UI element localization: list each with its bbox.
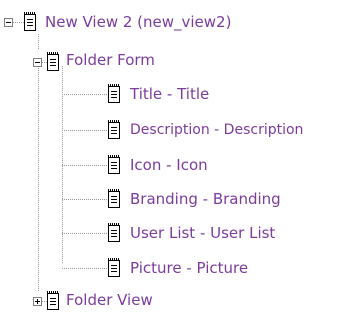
tree-node-label[interactable]: Description - Description — [130, 121, 303, 139]
tree-connector — [38, 34, 39, 50]
document-icon — [24, 12, 36, 31]
collapse-toggle-icon[interactable] — [4, 18, 13, 27]
tree-node-description[interactable]: Description - Description — [0, 120, 352, 144]
document-icon — [108, 120, 120, 139]
tree-node-icon[interactable]: Icon - Icon — [0, 155, 240, 179]
tree-node-picture[interactable]: Picture - Picture — [0, 258, 300, 282]
tree-node-label[interactable]: Folder Form — [66, 51, 155, 69]
expand-toggle-icon[interactable] — [33, 297, 42, 306]
tree-node-label[interactable]: Folder View — [66, 291, 153, 309]
tree-view: New View 2 (new_view2) Folder Form Title… — [0, 0, 352, 313]
tree-node-label[interactable]: Branding - Branding — [130, 190, 281, 208]
tree-node-label[interactable]: User List - User List — [130, 224, 275, 242]
document-icon — [108, 84, 120, 103]
document-icon — [108, 223, 120, 242]
tree-node-label[interactable]: Icon - Icon — [130, 156, 208, 174]
collapse-toggle-icon[interactable] — [33, 58, 42, 67]
document-icon — [47, 291, 59, 310]
tree-node-new-view-2[interactable]: New View 2 (new_view2) — [0, 12, 310, 36]
document-icon — [108, 258, 120, 277]
tree-node-folder-form[interactable]: Folder Form — [0, 50, 220, 74]
document-icon — [108, 155, 120, 174]
document-icon — [108, 189, 120, 208]
tree-node-label[interactable]: Picture - Picture — [130, 259, 248, 277]
tree-node-title[interactable]: Title - Title — [0, 84, 240, 108]
tree-node-label[interactable]: Title - Title — [130, 85, 209, 103]
tree-node-user-list[interactable]: User List - User List — [0, 223, 320, 247]
tree-node-folder-view[interactable]: Folder View — [0, 290, 220, 314]
tree-node-label[interactable]: New View 2 (new_view2) — [45, 13, 231, 31]
tree-node-branding[interactable]: Branding - Branding — [0, 189, 300, 213]
document-icon — [47, 52, 59, 71]
